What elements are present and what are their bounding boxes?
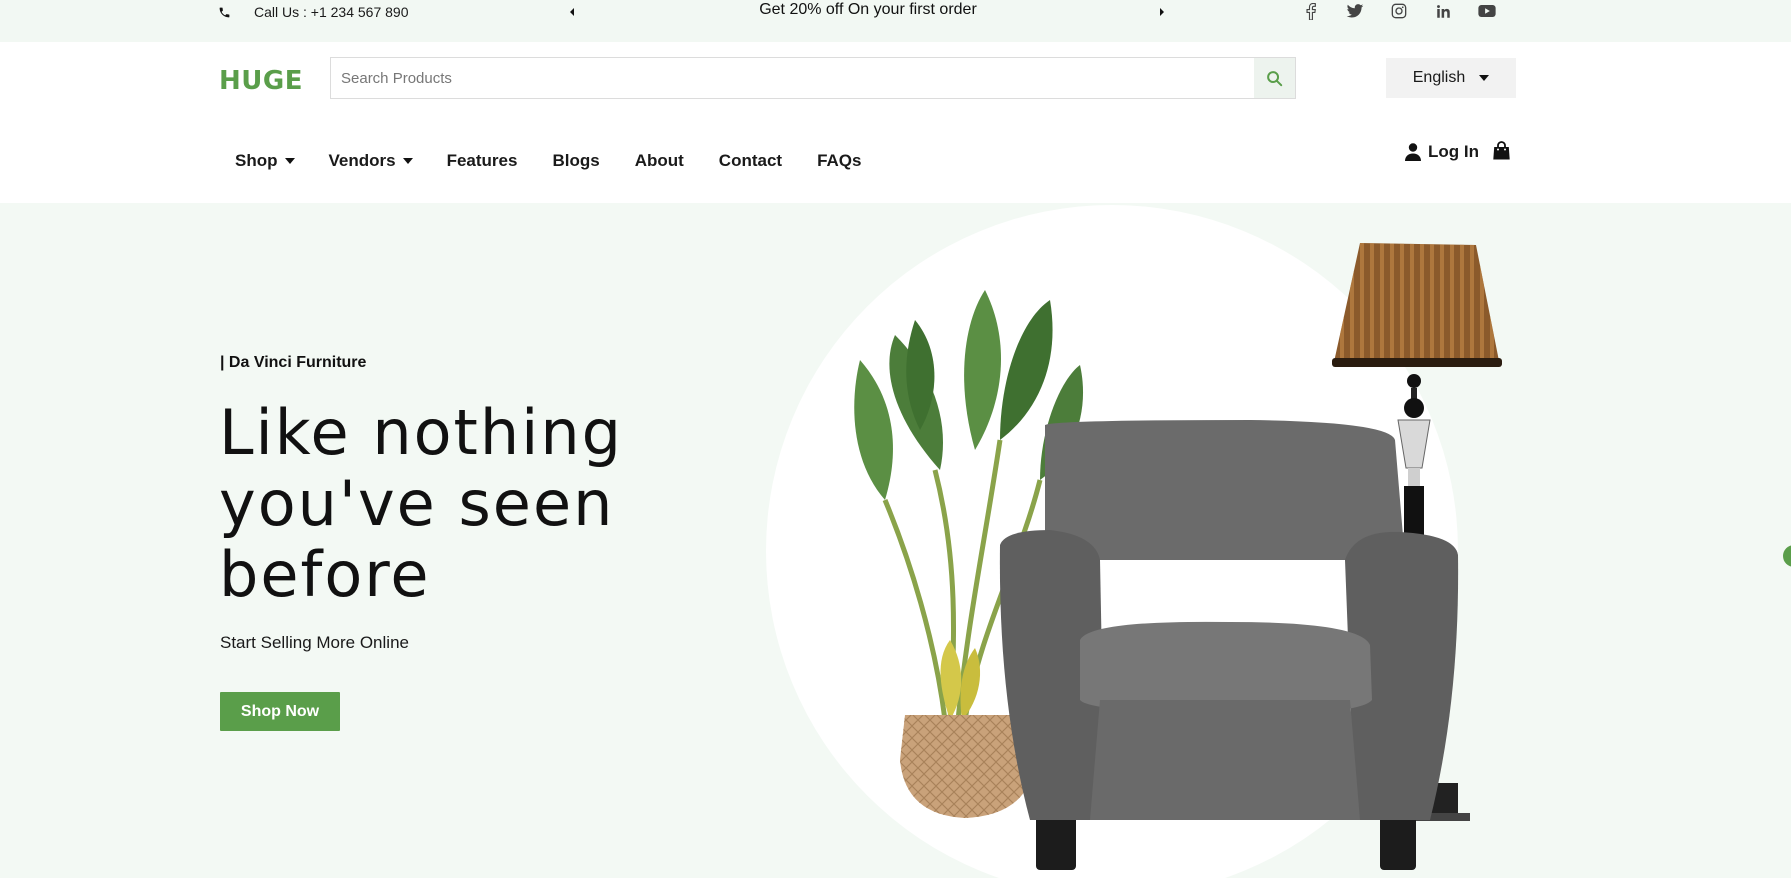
instagram-icon[interactable] bbox=[1390, 1, 1408, 21]
promo-next-arrow[interactable] bbox=[1158, 5, 1168, 19]
nav-item-blogs[interactable]: Blogs bbox=[552, 151, 599, 171]
promo-text: Get 20% off On your first order bbox=[759, 1, 977, 18]
nav-item-label: Shop bbox=[235, 151, 278, 170]
chevron-down-icon bbox=[402, 158, 413, 164]
chevron-down-icon bbox=[1479, 75, 1490, 81]
search-button[interactable] bbox=[1254, 58, 1295, 98]
nav-item-label: Blogs bbox=[552, 151, 600, 170]
armchair bbox=[999, 420, 1459, 870]
nav-item-label: Contact bbox=[718, 151, 783, 170]
nav-item-label: FAQs bbox=[817, 151, 862, 170]
shop-now-button[interactable]: Shop Now bbox=[220, 692, 340, 731]
nav-item-features[interactable]: Features bbox=[447, 151, 518, 171]
user-icon bbox=[1405, 143, 1421, 161]
twitter-icon[interactable] bbox=[1346, 1, 1364, 21]
phone-text: Call Us : +1 234 567 890 bbox=[254, 4, 409, 20]
chevron-down-icon bbox=[284, 158, 295, 164]
main-nav: Shop Vendors Features Blogs About Contac… bbox=[235, 150, 861, 172]
nav-item-vendors[interactable]: Vendors bbox=[329, 151, 413, 171]
nav-item-label: Features bbox=[446, 151, 518, 170]
nav-item-faqs[interactable]: FAQs bbox=[817, 151, 861, 171]
hero-subline: Start Selling More Online bbox=[220, 633, 409, 652]
language-label: English bbox=[1412, 69, 1466, 86]
linkedin-icon[interactable] bbox=[1434, 1, 1452, 21]
nav-item-shop[interactable]: Shop bbox=[235, 151, 295, 171]
hero-eyebrow: | Da Vinci Furniture bbox=[220, 354, 367, 371]
contact-phone[interactable]: Call Us : +1 234 567 890 bbox=[218, 0, 409, 24]
nav-item-contact[interactable]: Contact bbox=[719, 151, 782, 171]
hero-headline: Like nothing you've seen before bbox=[219, 396, 624, 611]
nav-item-label: Vendors bbox=[328, 151, 396, 170]
language-selector[interactable]: English bbox=[1386, 58, 1516, 98]
phone-icon bbox=[219, 7, 230, 17]
site-logo[interactable]: HUGE bbox=[219, 66, 303, 96]
login-link[interactable]: Log In bbox=[1405, 142, 1479, 162]
youtube-icon[interactable] bbox=[1478, 1, 1496, 21]
facebook-icon[interactable] bbox=[1302, 1, 1320, 21]
nav-item-label: About bbox=[634, 151, 684, 170]
search-input[interactable] bbox=[331, 58, 1254, 98]
nav-item-about[interactable]: About bbox=[635, 151, 684, 171]
promo-prev-arrow[interactable] bbox=[568, 5, 578, 19]
shopping-bag-icon bbox=[1493, 141, 1510, 160]
cart-button[interactable] bbox=[1493, 141, 1510, 165]
login-label: Log In bbox=[1428, 142, 1479, 161]
search-bar bbox=[330, 57, 1296, 99]
top-bar: Call Us : +1 234 567 890 Get 20% off On … bbox=[0, 0, 1791, 42]
search-icon bbox=[1267, 70, 1283, 86]
social-links bbox=[1302, 1, 1496, 21]
